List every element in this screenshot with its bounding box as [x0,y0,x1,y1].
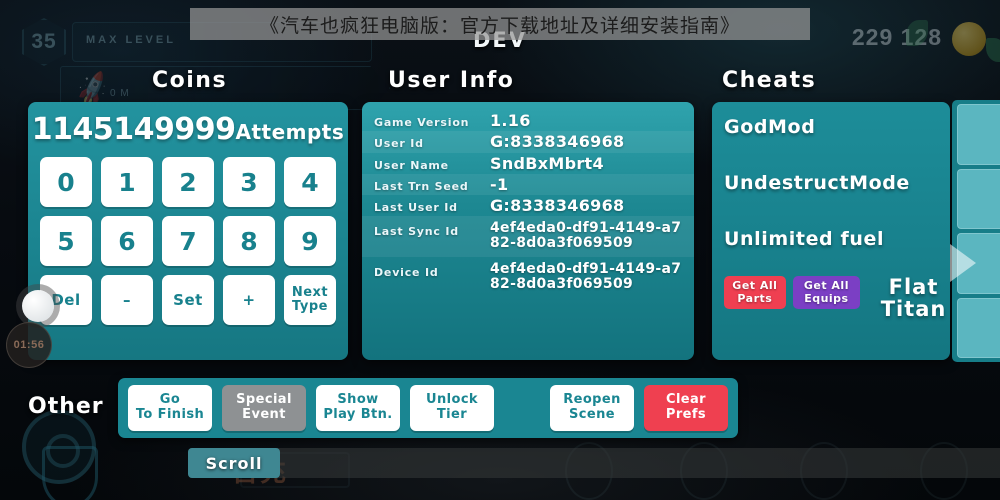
rocket-distance-value: 0 M [110,88,130,99]
user-info-label: User Id [374,137,424,151]
coins-amount: 1145149999 [31,112,236,147]
section-heading-other: Other [28,394,104,419]
cheat-undestructmode-label[interactable]: UndestructMode [724,172,950,194]
get-all-parts-button[interactable]: Get All Parts [724,276,786,310]
scroll-track[interactable] [188,448,1000,478]
user-info-value: G:8338346968 [490,132,625,152]
other-button-reopen-scene[interactable]: Reopen Scene [550,385,634,431]
user-info-row: User Name SndBxMbrt4 [362,153,694,174]
user-info-label: User Name [374,158,449,172]
coins-panel: 1145149999 Attempts 0 1 2 3 4 5 6 7 8 9 Del – Set + Ne… [28,102,348,360]
cheat-godmod-label[interactable]: GodMod [724,116,950,138]
article-title-overlay: 《汽车也疯狂电脑版：官方下载地址及详细安装指南》 [190,8,810,40]
user-info-row: Game Version 1.16 [362,110,694,131]
section-heading-cheats: Cheats [722,68,817,93]
section-heading-user-info: User Info [388,68,515,93]
flat-titan-label[interactable]: Flat Titan [877,276,950,320]
numeric-keypad: 0 1 2 3 4 5 6 7 8 9 Del – Set + Next Type [40,157,336,325]
keypad-key-6[interactable]: 6 [101,216,153,266]
user-info-label: Last Sync Id [374,225,459,239]
keypad-key-[interactable]: + [223,275,275,325]
keypad-key-next-type[interactable]: Next Type [284,275,336,325]
user-info-row: Last User Id G:8338346968 [362,195,694,216]
keypad-key-[interactable]: – [101,275,153,325]
user-info-label: Device Id [374,265,439,279]
keypad-key-1[interactable]: 1 [101,157,153,207]
keypad-key-4[interactable]: 4 [284,157,336,207]
keypad-key-2[interactable]: 2 [162,157,214,207]
user-info-value: -1 [490,174,509,194]
user-info-row: Last Trn Seed -1 [362,173,694,196]
play-triangle-icon [950,244,976,283]
user-info-row: Device Id 4ef4eda0-df91-4149-a782-8d0a3f0… [362,257,694,297]
other-button-unlock-tier[interactable]: Unlock Tier [410,385,494,431]
coins-amount-display: 1145149999 Attempts [32,112,344,147]
dev-menu-screen: 35 MAX LEVEL 🚀 0 M 229 128 首充 奖励 01:56 《… [0,0,1000,500]
keypad-key-8[interactable]: 8 [223,216,275,266]
cheat-toggle-2[interactable] [957,168,1000,229]
user-info-value: 4ef4eda0-df91-4149-a782-8d0a3f069509 [490,220,682,252]
keypad-key-3[interactable]: 3 [223,157,275,207]
cheats-bottom-row: Get All Parts Get All Equips Flat Titan [724,276,950,320]
cheat-unlimited-fuel-label[interactable]: Unlimited fuel [724,228,950,250]
keypad-key-5[interactable]: 5 [40,216,92,266]
scroll-button[interactable]: Scroll [188,448,280,478]
section-heading-coins: Coins [152,68,228,93]
cheats-panel: GodMod UndestructMode Unlimited fuel Get… [712,102,950,360]
cheats-toggle-strip [950,100,1000,362]
gear-icon [22,410,96,484]
shield-icon [42,446,98,500]
get-all-equips-button[interactable]: Get All Equips [792,276,861,310]
cheat-toggle-3[interactable] [950,233,1000,294]
cheat-toggle-1[interactable] [957,104,1000,165]
user-info-panel: Game Version 1.16 User Id G:8338346968 User … [362,102,694,360]
timer-badge: 01:56 [6,322,52,368]
user-info-value: G:8338346968 [490,196,625,216]
other-buttons-bar: Go To Finish Special Event Show Play Btn. Unlo… [118,378,738,438]
user-info-row: Last Sync Id 4ef4eda0-df91-4149-a782-8d0a… [362,216,694,257]
keypad-key-0[interactable]: 0 [40,157,92,207]
coins-unit-label: Attempts [235,120,345,144]
other-button-show-play-btn[interactable]: Show Play Btn. [316,385,400,431]
user-info-label: Game Version [374,116,470,129]
user-info-label: Last Trn Seed [374,179,469,193]
user-info-value: 1.16 [490,111,531,130]
user-info-row: User Id G:8338346968 [362,131,694,153]
keypad-key-9[interactable]: 9 [284,216,336,266]
other-button-go-to-finish[interactable]: Go To Finish [128,385,212,431]
user-info-value: SndBxMbrt4 [490,153,604,173]
user-info-value: 4ef4eda0-df91-4149-a782-8d0a3f069509 [490,260,682,292]
keypad-key-set[interactable]: Set [162,275,214,325]
other-button-special-event[interactable]: Special Event [222,385,306,431]
user-info-label: Last User Id [374,201,458,215]
other-button-clear-prefs[interactable]: Clear Prefs [644,385,728,431]
keypad-key-7[interactable]: 7 [162,216,214,266]
cheat-toggle-4[interactable] [957,297,1000,358]
drag-knob[interactable] [22,290,54,322]
